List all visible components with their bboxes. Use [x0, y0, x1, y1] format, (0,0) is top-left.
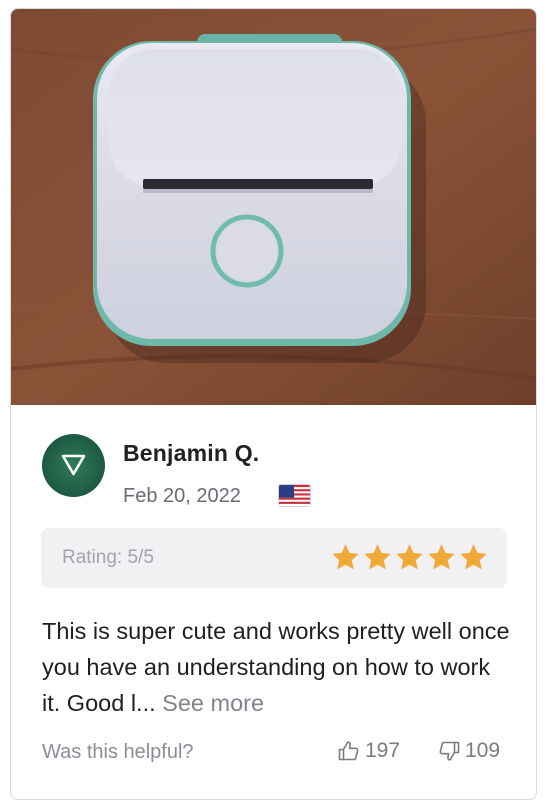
- reviewer-avatar: [42, 434, 105, 497]
- thumbs-up-icon: [338, 741, 359, 761]
- thumbs-down-button[interactable]: 109: [437, 739, 500, 763]
- thumbs-down-count: 109: [465, 739, 501, 762]
- reviewer-name: Benjamin Q.: [123, 440, 260, 466]
- triangle-down-icon: [61, 454, 86, 476]
- review-photo[interactable]: [11, 9, 536, 405]
- us-flag-icon: [278, 484, 311, 507]
- star-icon: [332, 544, 359, 570]
- see-more-link[interactable]: See more: [162, 690, 264, 716]
- review-card: Benjamin Q. Feb 20, 2022 Rating: 5/5 Thi…: [10, 8, 537, 800]
- star-icon: [396, 544, 423, 570]
- thumbs-up-button[interactable]: 197: [337, 739, 400, 763]
- review-date: Feb 20, 2022: [123, 485, 241, 507]
- thumbs-up-count: 197: [365, 739, 401, 762]
- star-icon: [460, 544, 487, 570]
- star-icon: [364, 544, 391, 570]
- thumbs-down-icon: [439, 741, 460, 761]
- review-body: This is super cute and works pretty well…: [42, 613, 512, 721]
- star-icon: [428, 544, 455, 570]
- review-text: This is super cute and works pretty well…: [42, 618, 510, 716]
- rating-bar: Rating: 5/5: [41, 528, 507, 588]
- helpful-label: Was this helpful?: [42, 741, 194, 763]
- rating-label: Rating: 5/5: [62, 547, 154, 568]
- printer-photo: [11, 9, 536, 405]
- star-rating: [330, 542, 489, 573]
